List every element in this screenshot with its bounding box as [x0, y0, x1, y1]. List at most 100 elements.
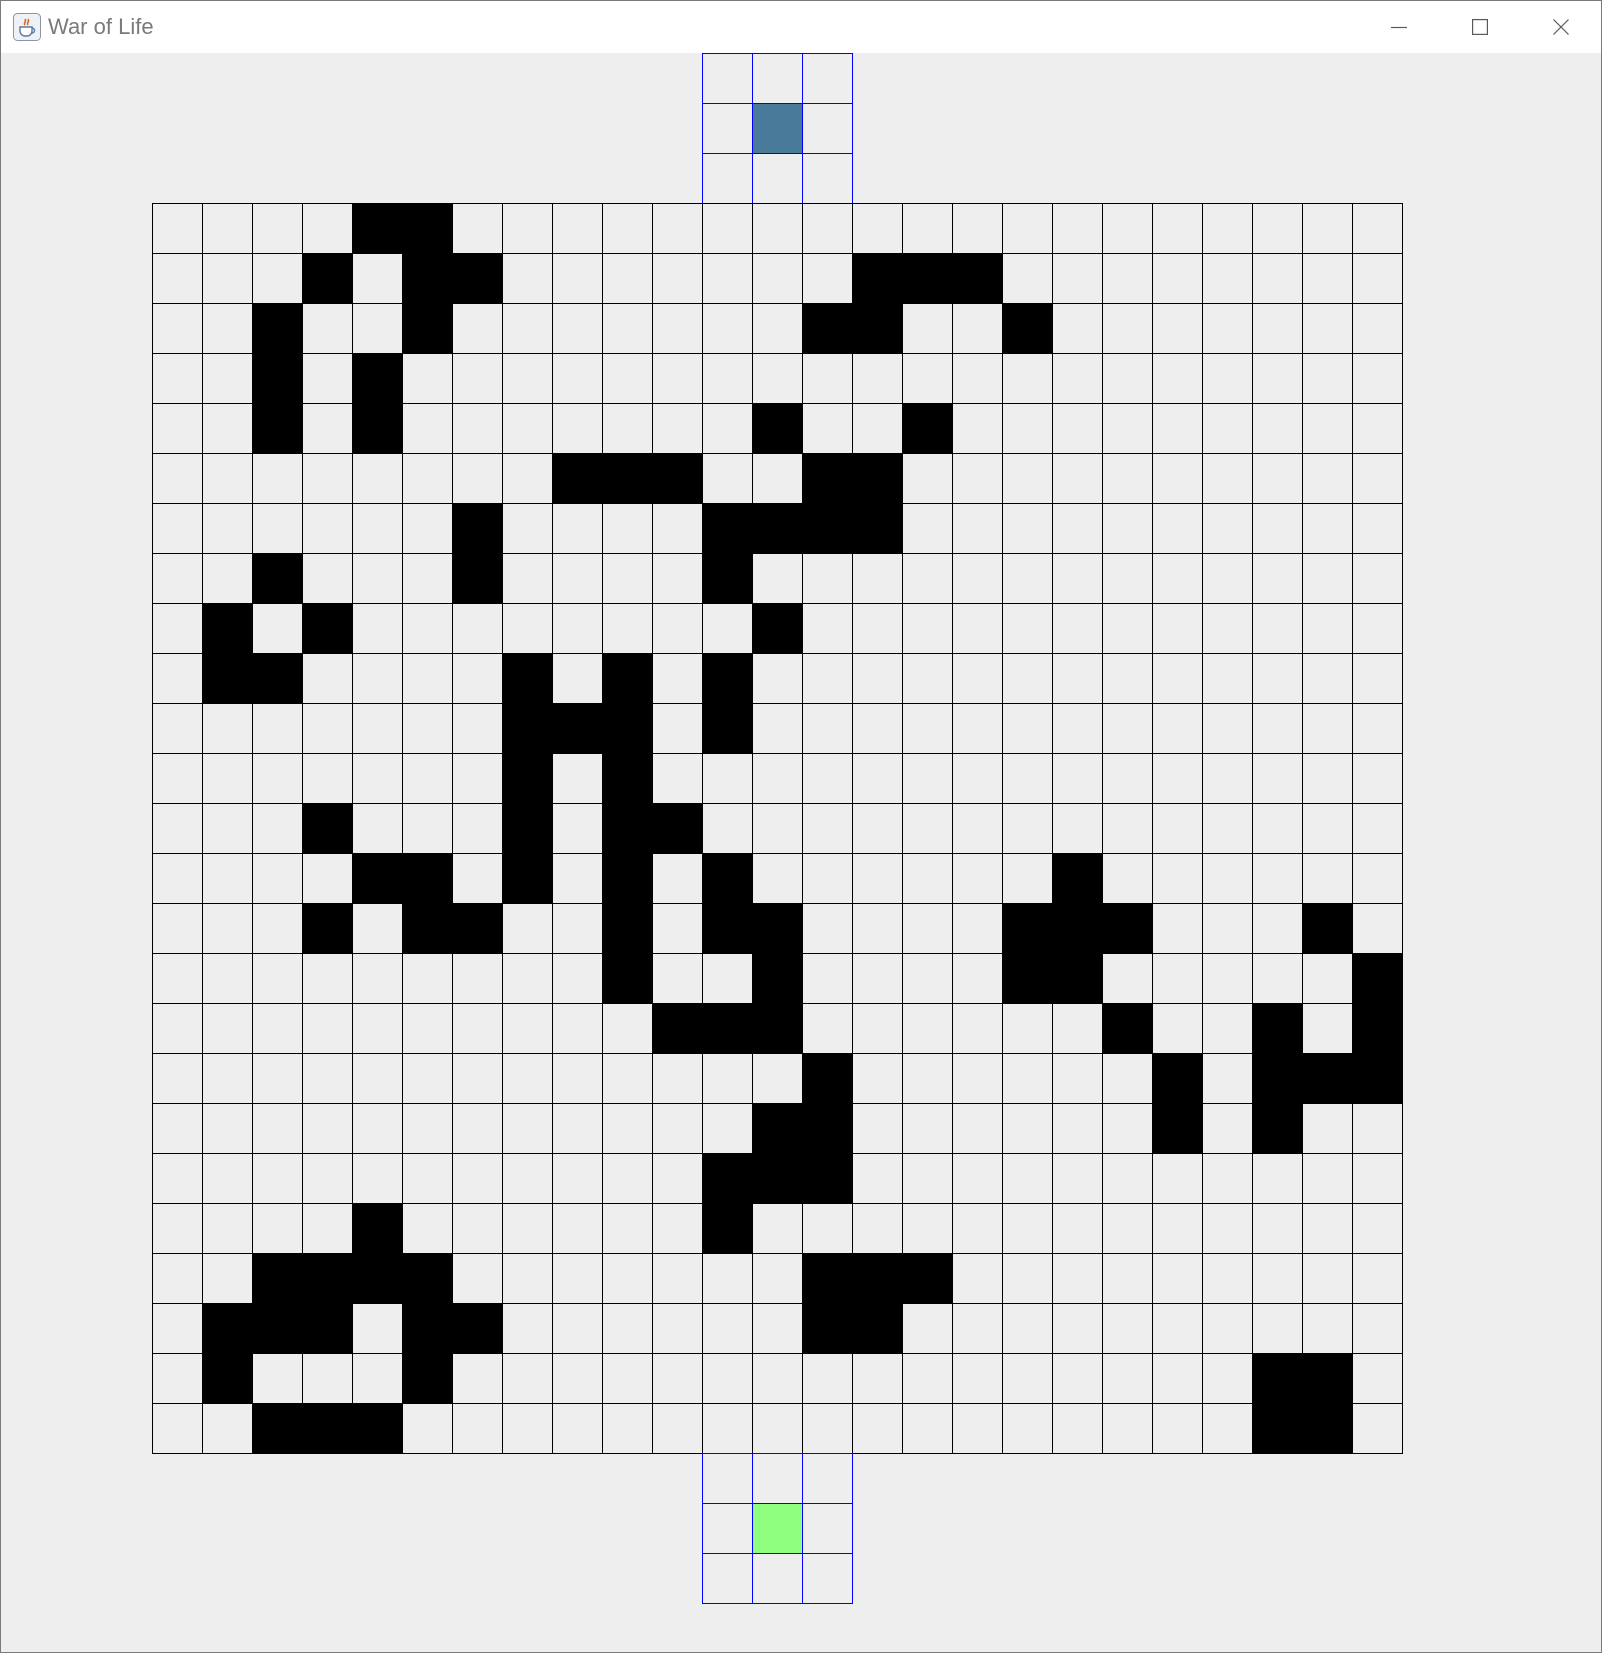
board-cell[interactable]: [1302, 453, 1353, 504]
board-cell[interactable]: [1102, 1353, 1153, 1404]
board-cell[interactable]: [202, 1053, 253, 1104]
board-cell[interactable]: [1052, 603, 1103, 654]
board-cell[interactable]: [1352, 253, 1403, 304]
board-cell[interactable]: [602, 603, 653, 654]
board-cell[interactable]: [902, 1103, 953, 1154]
board-cell[interactable]: [1102, 603, 1153, 654]
live-cell[interactable]: [652, 1003, 703, 1054]
board-cell[interactable]: [1102, 403, 1153, 454]
bottom-player-cell[interactable]: [752, 1453, 803, 1504]
board-cell[interactable]: [1302, 253, 1353, 304]
board-cell[interactable]: [1302, 553, 1353, 604]
board-cell[interactable]: [652, 403, 703, 454]
board-cell[interactable]: [1002, 1103, 1053, 1154]
bottom-player-cell[interactable]: [702, 1553, 753, 1604]
board-cell[interactable]: [1102, 203, 1153, 254]
board-cell[interactable]: [752, 1353, 803, 1404]
board-cell[interactable]: [952, 303, 1003, 354]
board-cell[interactable]: [1202, 303, 1253, 354]
board-cell[interactable]: [1102, 953, 1153, 1004]
board-cell[interactable]: [852, 703, 903, 754]
board-cell[interactable]: [452, 1353, 503, 1404]
board-cell[interactable]: [1202, 903, 1253, 954]
board-cell[interactable]: [152, 1203, 203, 1254]
board-cell[interactable]: [1202, 653, 1253, 704]
board-cell[interactable]: [702, 603, 753, 654]
board-cell[interactable]: [602, 203, 653, 254]
board-cell[interactable]: [702, 1353, 753, 1404]
board-cell[interactable]: [652, 1403, 703, 1454]
board-cell[interactable]: [1052, 753, 1103, 804]
board-cell[interactable]: [752, 353, 803, 404]
live-cell[interactable]: [552, 703, 603, 754]
board-cell[interactable]: [352, 703, 403, 754]
bottom-player-cell[interactable]: [802, 1503, 853, 1554]
live-cell[interactable]: [402, 203, 453, 254]
top-player-cell[interactable]: [802, 103, 853, 154]
board-cell[interactable]: [252, 803, 303, 854]
board-cell[interactable]: [202, 403, 253, 454]
board-cell[interactable]: [852, 1353, 903, 1404]
live-cell[interactable]: [852, 1253, 903, 1304]
board-cell[interactable]: [1352, 1353, 1403, 1404]
board-cell[interactable]: [352, 1153, 403, 1204]
board-cell[interactable]: [252, 1053, 303, 1104]
live-cell[interactable]: [452, 553, 503, 604]
board-cell[interactable]: [752, 1253, 803, 1304]
board-cell[interactable]: [1352, 1403, 1403, 1454]
live-cell[interactable]: [502, 703, 553, 754]
board-cell[interactable]: [902, 753, 953, 804]
board-cell[interactable]: [1202, 1053, 1253, 1104]
board-cell[interactable]: [802, 1003, 853, 1054]
board-cell[interactable]: [152, 1253, 203, 1304]
board-cell[interactable]: [1052, 503, 1103, 554]
board-cell[interactable]: [852, 403, 903, 454]
live-cell[interactable]: [752, 953, 803, 1004]
board-cell[interactable]: [152, 853, 203, 904]
board-cell[interactable]: [652, 953, 703, 1004]
board-cell[interactable]: [852, 653, 903, 704]
board-cell[interactable]: [652, 903, 703, 954]
board-cell[interactable]: [902, 453, 953, 504]
live-cell[interactable]: [852, 503, 903, 554]
board-cell[interactable]: [1002, 453, 1053, 504]
board-cell[interactable]: [1202, 503, 1253, 554]
live-cell[interactable]: [802, 453, 853, 504]
board-cell[interactable]: [902, 1353, 953, 1404]
board-cell[interactable]: [1302, 1203, 1353, 1254]
board-cell[interactable]: [752, 453, 803, 504]
board-cell[interactable]: [652, 853, 703, 904]
live-cell[interactable]: [752, 503, 803, 554]
board-cell[interactable]: [152, 1353, 203, 1404]
board-cell[interactable]: [552, 1253, 603, 1304]
live-cell[interactable]: [602, 853, 653, 904]
live-cell[interactable]: [802, 303, 853, 354]
board-cell[interactable]: [1002, 803, 1053, 854]
board-cell[interactable]: [152, 503, 203, 554]
board-cell[interactable]: [452, 703, 503, 754]
board-cell[interactable]: [152, 203, 203, 254]
board-cell[interactable]: [152, 703, 203, 754]
board-cell[interactable]: [1202, 403, 1253, 454]
live-cell[interactable]: [602, 903, 653, 954]
live-cell[interactable]: [602, 803, 653, 854]
board-cell[interactable]: [1252, 303, 1303, 354]
board-cell[interactable]: [352, 553, 403, 604]
board-cell[interactable]: [952, 703, 1003, 754]
board-cell[interactable]: [202, 1403, 253, 1454]
board-cell[interactable]: [352, 753, 403, 804]
board-cell[interactable]: [652, 753, 703, 804]
board-cell[interactable]: [1352, 553, 1403, 604]
board-cell[interactable]: [1102, 353, 1153, 404]
live-cell[interactable]: [802, 1303, 853, 1354]
board-cell[interactable]: [1202, 1353, 1253, 1404]
board-cell[interactable]: [852, 1003, 903, 1054]
live-cell[interactable]: [752, 603, 803, 654]
top-player-cell[interactable]: [702, 153, 753, 204]
board-cell[interactable]: [1302, 1003, 1353, 1054]
board-cell[interactable]: [452, 953, 503, 1004]
board-cell[interactable]: [152, 353, 203, 404]
live-cell[interactable]: [1002, 953, 1053, 1004]
bottom-player-cell[interactable]: [802, 1453, 853, 1504]
board-cell[interactable]: [452, 1003, 503, 1054]
